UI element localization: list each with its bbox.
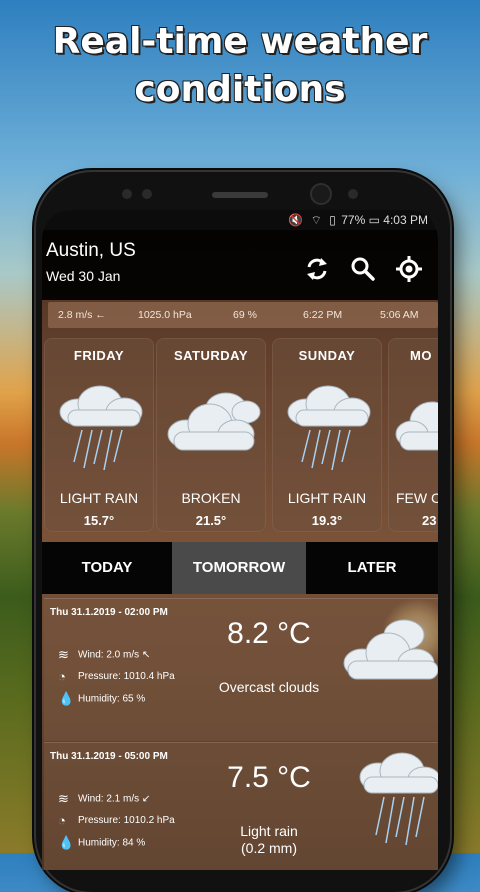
forecast-temp: 23 (422, 513, 437, 528)
sunrise-time: 5:06 AM (380, 309, 419, 321)
sensor-dot (122, 189, 132, 199)
promo-line-2: conditions (134, 69, 346, 110)
battery-level: 77% (341, 213, 366, 227)
entry-wind: Wind: 2.1 m/s ↙ (78, 793, 151, 805)
current-conditions-bar: 2.8 m/s ← 1025.0 hPa 69 % 6:22 PM 5:06 A… (48, 302, 438, 328)
wind-icon: ≋ (58, 791, 69, 806)
wind-icon: ≋ (58, 647, 69, 662)
forecast-condition: FEW C (396, 490, 438, 506)
gauge-icon: ◔ (58, 669, 66, 684)
sunset-time: 6:22 PM (303, 309, 343, 321)
sensor-dot (142, 189, 152, 199)
status-time: 4:03 PM (383, 213, 428, 227)
battery-icon: ▭ (368, 213, 380, 227)
entry-humidity: Humidity: 65 % (78, 693, 146, 705)
humidity-icon: 💧 (58, 835, 75, 850)
entry-wind: Wind: 2.0 m/s ↖ (78, 649, 151, 661)
entry-temp: 7.5 °C (227, 761, 311, 794)
entry-pressure: Pressure: 1010.4 hPa (78, 671, 175, 683)
forecast-day: SATURDAY (173, 348, 249, 363)
forecast-condition: BROKEN (181, 490, 241, 506)
entry-temp: 8.2 °C (227, 617, 311, 650)
tab-tomorrow[interactable]: TOMORROW (172, 542, 306, 594)
humidity-value: 69 % (233, 309, 257, 321)
entry-pressure: Pressure: 1010.2 hPa (78, 815, 175, 827)
cloud-icon (167, 392, 261, 451)
forecast-temp: 19.3° (311, 513, 343, 528)
forecast-condition: LIGHT RAIN (287, 490, 367, 506)
tab-today[interactable]: TODAY (42, 542, 172, 594)
cloud-icon (343, 619, 438, 680)
sensor-dot (348, 189, 358, 199)
refresh-icon[interactable] (304, 256, 330, 282)
cloud-rain-icon (287, 385, 371, 471)
city-name[interactable]: Austin, US (46, 240, 136, 262)
app-screen: 🔇 ⌔ ▯ 77% ▭ 4:03 PM Austin, US Wed 30 Ja… (42, 210, 438, 870)
cloud-rain-icon (359, 752, 438, 846)
entry-description: Light rain (240, 823, 298, 839)
status-icons: 🔇 ⌔ ▯ (288, 213, 338, 227)
forecast-condition: LIGHT RAIN (59, 490, 139, 506)
pressure-value: 1025.0 hPa (138, 309, 192, 321)
forecast-temp: 15.7° (83, 513, 115, 528)
cloud-icon (395, 401, 438, 451)
forecast-card-sunday[interactable]: SUNDAY LIGHT RAIN 19.3° (272, 338, 382, 532)
locate-icon[interactable] (396, 256, 422, 282)
promo-headline: Real-time weather conditions (0, 18, 480, 114)
forecast-day: FRIDAY (73, 348, 125, 363)
humidity-icon: 💧 (58, 691, 75, 706)
earpiece-speaker (212, 192, 268, 198)
app-header: Austin, US Wed 30 Jan (42, 230, 438, 300)
entry-time: Thu 31.1.2019 - 05:00 PM (50, 751, 168, 762)
forecast-strip[interactable]: FRIDAY LIGHT RAIN 15.7° SATURDAY BROKEN … (42, 338, 438, 534)
tab-later[interactable]: LATER (306, 542, 438, 594)
cloud-rain-icon (59, 385, 143, 471)
current-date: Wed 30 Jan (46, 268, 121, 284)
entry-time: Thu 31.1.2019 - 02:00 PM (50, 607, 168, 618)
status-bar: 🔇 ⌔ ▯ 77% ▭ 4:03 PM (42, 210, 438, 230)
forecast-temp: 21.5° (195, 513, 227, 528)
forecast-day: SUNDAY (298, 348, 356, 363)
forecast-card-saturday[interactable]: SATURDAY BROKEN 21.5° (156, 338, 266, 532)
search-icon[interactable] (350, 256, 376, 282)
hourly-entry[interactable]: Thu 31.1.2019 - 02:00 PM ≋ Wind: 2.0 m/s … (44, 598, 438, 741)
entry-precipitation: (0.2 mm) (241, 840, 297, 856)
promo-line-1: Real-time weather (52, 21, 428, 62)
forecast-card-friday[interactable]: FRIDAY LIGHT RAIN 15.7° (44, 338, 154, 532)
entry-description: Overcast clouds (218, 679, 320, 695)
entry-humidity: Humidity: 84 % (78, 837, 146, 849)
wind-value: 2.8 m/s ← (58, 309, 106, 321)
forecast-day: MO (410, 348, 432, 363)
front-camera (312, 185, 330, 203)
period-tabs: TODAY TOMORROW LATER (42, 542, 438, 594)
hourly-entry[interactable]: Thu 31.1.2019 - 05:00 PM ≋ Wind: 2.1 m/s … (44, 742, 438, 870)
forecast-card-monday[interactable]: MO FEW C 23 (388, 338, 438, 532)
gauge-icon: ◔ (58, 813, 66, 828)
